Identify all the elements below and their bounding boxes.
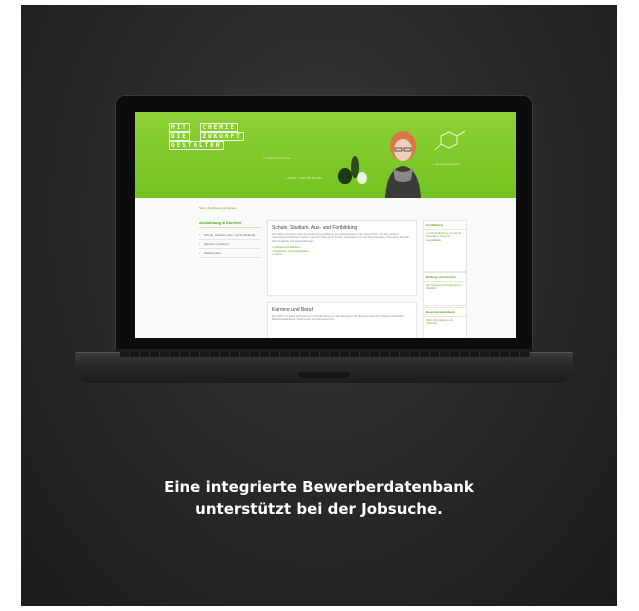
card-text: Die GDCh unterstützt aktiv die Förderung…	[272, 233, 410, 243]
molecule-icon	[434, 130, 466, 151]
breadcrumb[interactable]: Start | Ausbildung & Karriere	[199, 206, 237, 210]
content-card-schule: Schule, Studium, Aus- und Fortbildung Di…	[267, 220, 417, 296]
left-navigation: Ausbildung & Karriere Schule, Studium, A…	[199, 220, 261, 258]
logo-row-3: GESTALTEN	[169, 141, 225, 150]
leftnav-item[interactable]: Stellenmarkt	[199, 249, 261, 258]
leftnav-item[interactable]: Karriere und Beruf	[199, 240, 261, 249]
side-box-title: Fortbildung	[424, 221, 466, 230]
leftnav-item[interactable]: Schule, Studium, Aus- und Fortbildung	[199, 231, 261, 240]
card-links: » Schüler und Studium » Studenten und Do…	[272, 246, 412, 257]
caption-line-2: unterstützt bei der Jobsuche.	[195, 500, 443, 518]
logo-word: GESTALTEN	[169, 141, 224, 150]
laptop-front-notch	[298, 372, 350, 378]
card-link[interactable]: » Lehre	[272, 253, 412, 257]
caption-line-1: Eine integrierte Bewerberdatenbank	[164, 478, 474, 496]
side-box-fortbildung: Fortbildung » Lehrerfortbildung » Kurse …	[423, 220, 467, 272]
side-box-bildung: Bildung und Karriere Alle Services und A…	[423, 272, 467, 306]
header-link[interactable]: » Stellenangebote	[432, 162, 460, 166]
side-box-body[interactable]: Mehr Informationen zur Jobsuche	[424, 317, 466, 328]
laptop-screen: MIT CHEMIE DIE ZUKUNFT GESTALTEN » Zukun…	[135, 112, 516, 338]
logo-word: MIT	[169, 123, 190, 132]
laptop-keyboard-edge	[120, 352, 530, 357]
side-box-body[interactable]: » Lehrerfortbildung » Kurse für Chemiker…	[424, 230, 466, 244]
card-title: Schule, Studium, Aus- und Fortbildung	[272, 225, 358, 231]
logo-word: ZUKUNFT	[200, 132, 244, 141]
header-link[interactable]: » FORT- UND BILDUNG	[285, 176, 322, 180]
side-box-title: Bewerberdatenbank	[424, 308, 466, 317]
logo-word: DIE	[169, 132, 190, 141]
flask-icon	[357, 172, 367, 184]
header-link[interactable]: » Zukunftschemie ...	[263, 156, 294, 160]
card-title: Karriere und Beruf	[272, 307, 313, 313]
logo-row-1: MIT CHEMIE	[169, 123, 239, 132]
side-box-title: Bildung und Karriere	[424, 273, 466, 282]
logo-row-2: DIE ZUKUNFT	[169, 132, 245, 141]
side-box-body[interactable]: Alle Services und Angebote im Überblick	[424, 282, 466, 293]
content-card-karriere: Karriere und Beruf Die GDCh vermittelt I…	[267, 302, 417, 338]
logo-word: CHEMIE	[200, 123, 239, 132]
flask-icon	[338, 168, 352, 184]
website-header-banner: MIT CHEMIE DIE ZUKUNFT GESTALTEN » Zukun…	[135, 112, 516, 198]
card-text: Die GDCh vermittelt Informationen und Hi…	[272, 315, 405, 322]
side-box-bewerberdatenbank: Bewerberdatenbank Mehr Informationen zur…	[423, 307, 467, 338]
leftnav-title[interactable]: Ausbildung & Karriere	[199, 220, 261, 228]
person-photo	[385, 131, 421, 198]
